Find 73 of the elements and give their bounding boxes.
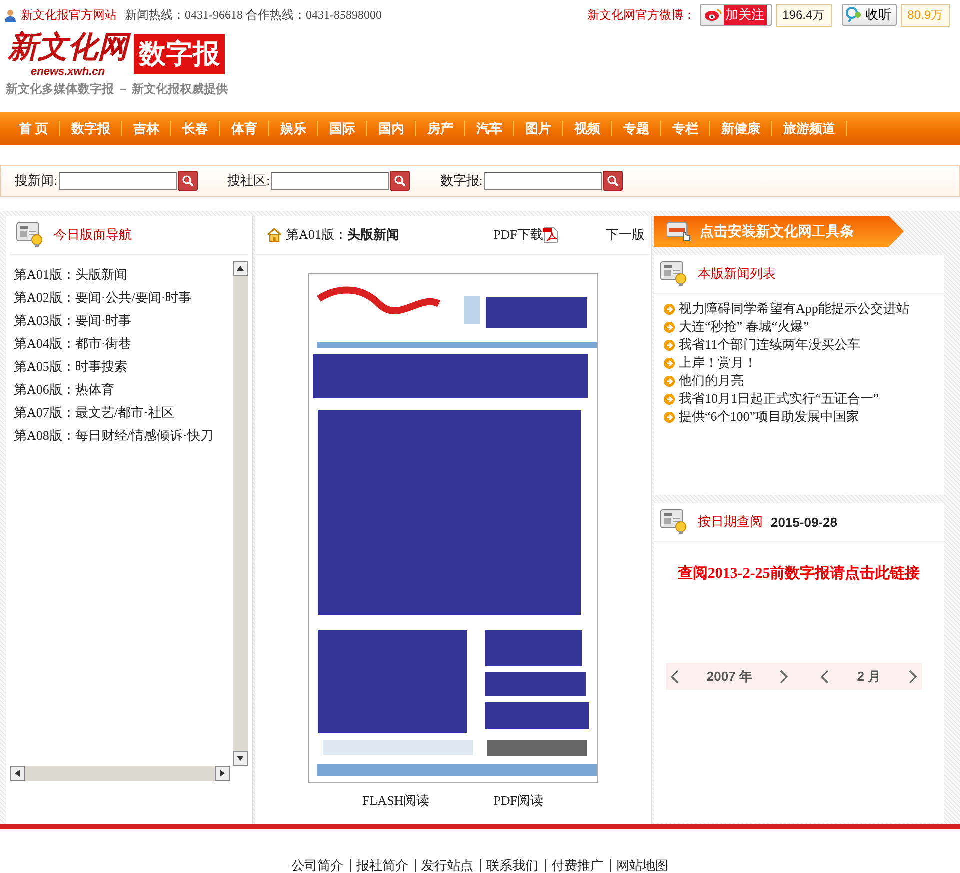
follower-count: 80.9万 <box>900 4 950 26</box>
hotline-text: 新闻热线：0431-96618 合作热线：0431-85898000 <box>125 6 382 24</box>
page-link[interactable]: 第A03版：要闻·时事 <box>14 309 233 332</box>
next-page-link[interactable]: 下一版 <box>606 226 645 244</box>
search-button[interactable] <box>178 171 198 191</box>
news-link[interactable]: 我省10月1日起正式实行“五证合一” <box>679 390 880 408</box>
logo-tagline: 新文化多媒体数字报 － 新文化报权威提供 <box>6 81 229 98</box>
page-title: 第A01版：头版新闻 <box>286 226 400 244</box>
home-icon <box>267 228 282 242</box>
pdf-download-link[interactable]: PDF下载 <box>494 226 560 244</box>
search-button[interactable] <box>390 171 410 191</box>
tencent-icon <box>846 7 864 23</box>
footer-link[interactable]: 联系我们 <box>480 859 544 872</box>
arrow-bullet-icon <box>664 322 675 332</box>
newspaper-bulb-icon <box>16 222 44 248</box>
page-link[interactable]: 第A07版：最文艺/都市·社区 <box>14 401 233 424</box>
weibo-label: 新文化网官方微博： <box>588 6 696 24</box>
footer-link[interactable]: 付费推广 <box>544 859 610 872</box>
computer-hand-icon <box>666 220 692 242</box>
read-link[interactable]: PDF阅读 <box>494 792 544 810</box>
news-link[interactable]: 他们的月亮 <box>679 372 744 390</box>
vertical-scrollbar[interactable] <box>233 261 248 766</box>
follow-button[interactable]: 加关注 <box>700 4 772 26</box>
newspaper-bulb-icon <box>660 261 688 287</box>
search-label: 搜新闻: <box>15 172 58 190</box>
arrow-bullet-icon <box>664 376 675 386</box>
news-link[interactable]: 我省11个部门连续两年没买公车 <box>679 336 861 354</box>
footer-link[interactable]: 网站地图 <box>610 859 674 872</box>
archive-link[interactable]: 查阅2013-2-25前数字报请点击此链接 <box>654 564 944 583</box>
arrow-bullet-icon <box>664 340 675 350</box>
search-field[interactable] <box>271 172 390 190</box>
news-link[interactable]: 提供“6个100”项目助发展中国家 <box>679 408 860 426</box>
news-link[interactable]: 大连“秒抢” 春城“火爆” <box>679 318 810 336</box>
user-icon <box>4 8 17 22</box>
read-link[interactable]: FLASH阅读 <box>362 792 430 810</box>
panel-title: 按日期查阅 <box>698 513 763 531</box>
arrow-bullet-icon <box>664 304 675 314</box>
follower-count: 196.4万 <box>776 4 832 26</box>
logo-domain: enews.xwh.cn <box>31 66 105 78</box>
page-link[interactable]: 第A01版：头版新闻 <box>14 263 233 286</box>
search-field[interactable] <box>58 172 177 190</box>
month-text: 2 月 <box>857 668 882 686</box>
news-link[interactable]: 上岸！赏月！ <box>679 354 757 372</box>
newspaper-bulb-icon <box>660 509 688 535</box>
arrow-bullet-icon <box>664 412 675 422</box>
news-link[interactable]: 视力障碍同学希望有App能提示公交进站 <box>679 300 910 318</box>
year-text: 2007 年 <box>706 668 752 686</box>
pdf-icon <box>543 227 560 244</box>
footer-link[interactable]: 发行站点 <box>414 859 480 872</box>
search-button[interactable] <box>602 171 623 191</box>
page-link[interactable]: 第A08版：每日财经/情感倾诉·快刀 <box>14 424 233 447</box>
page-link[interactable]: 第A06版：热体育 <box>14 378 233 401</box>
footer-link[interactable]: 报社简介 <box>350 859 414 872</box>
page-link[interactable]: 第A05版：时事搜索 <box>14 355 233 378</box>
weibo-icon <box>704 8 722 22</box>
current-date: 2015-09-28 <box>771 514 838 530</box>
logo-badge: 数字报 <box>134 34 225 74</box>
footer-link[interactable]: 公司简介 <box>286 859 350 872</box>
search-icon <box>606 175 619 187</box>
arrow-bullet-icon <box>664 394 675 404</box>
search-field[interactable] <box>484 172 602 190</box>
search-icon <box>394 175 406 187</box>
panel-title: 今日版面导航 <box>54 226 132 244</box>
search-icon <box>182 175 194 187</box>
follow-button[interactable]: 收听 <box>842 4 897 26</box>
page-link[interactable]: 第A04版：都市·街巷 <box>14 332 233 355</box>
search-label: 搜社区: <box>228 172 270 190</box>
site-link[interactable]: 新文化报官方网站 <box>21 6 117 24</box>
panel-title: 本版新闻列表 <box>698 265 776 283</box>
page-link[interactable]: 第A02版：要闻·公共/要闻·时事 <box>14 286 233 309</box>
arrow-bullet-icon <box>664 358 675 368</box>
horizontal-scrollbar[interactable] <box>10 766 230 781</box>
search-label: 数字报: <box>440 172 483 190</box>
